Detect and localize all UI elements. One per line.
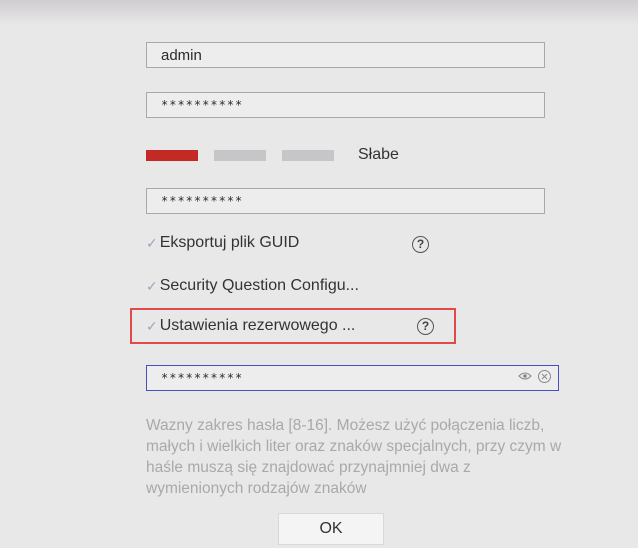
confirm-password-value: ********** [161,194,244,208]
export-guid-option[interactable]: ✓ Eksportuj plik GUID [146,234,299,252]
security-question-option[interactable]: ✓ Security Question Configu... [146,277,359,295]
username-value: admin [161,46,202,64]
strength-label: Słabe [358,146,399,163]
backup-password-value: ********** [161,371,244,385]
strength-bar-medium [214,150,266,161]
security-question-label: Security Question Configu... [159,277,359,294]
strength-bar-weak [146,150,198,161]
username-field[interactable]: admin [146,42,545,68]
highlight-box [130,308,456,344]
confirm-password-field[interactable]: ********** [146,188,545,214]
backup-password-field[interactable]: ********** [146,365,559,391]
help-icon[interactable]: ? [412,236,429,253]
ok-label: OK [319,520,343,537]
check-icon: ✓ [146,234,158,251]
export-guid-label: Eksportuj plik GUID [159,234,300,251]
password-hint: Wazny zakres hasła [8-16]. Możesz użyć p… [146,417,562,497]
eye-icon[interactable] [518,371,532,384]
password-field[interactable]: ********** [146,92,545,118]
password-value: ********** [161,98,244,112]
clear-icon[interactable] [537,369,552,388]
top-shading [0,0,638,26]
check-icon: ✓ [146,277,158,294]
strength-bar-strong [282,150,334,161]
ok-button[interactable]: OK [278,513,384,545]
